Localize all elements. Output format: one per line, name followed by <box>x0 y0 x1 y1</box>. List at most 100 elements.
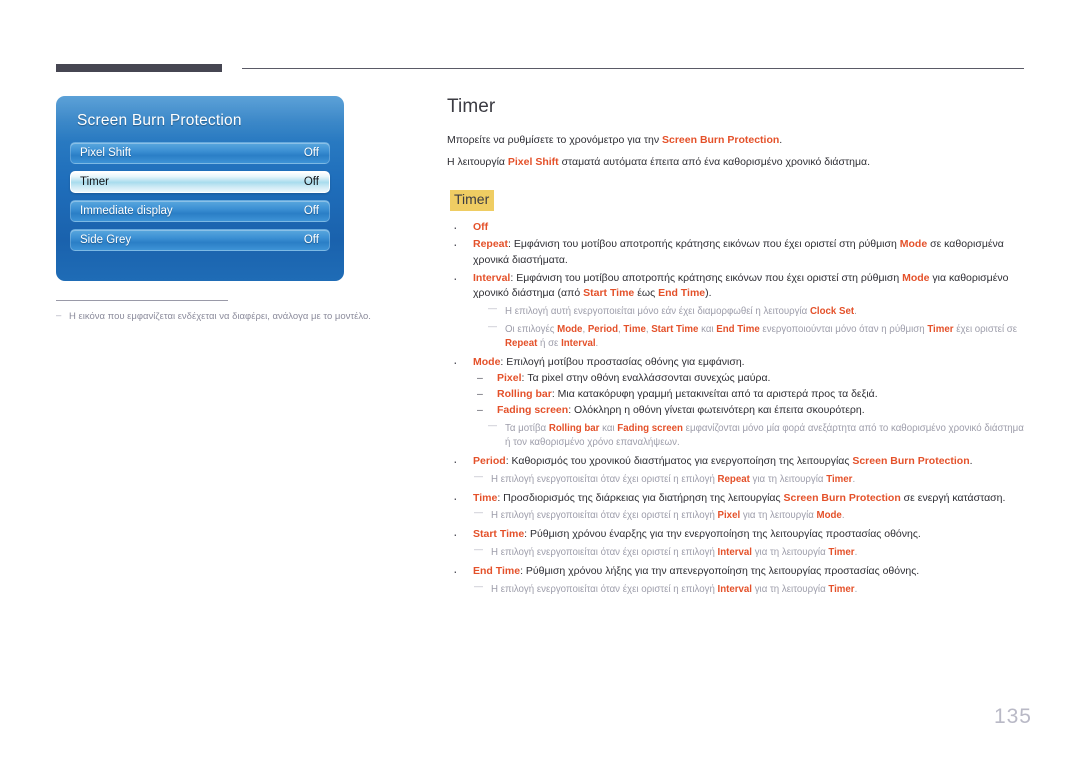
interval-start-term: Start Time <box>583 287 635 300</box>
note-opts-interval: Interval <box>561 337 596 349</box>
intro-2-term: Pixel Shift <box>507 156 559 169</box>
osd-row-side-grey[interactable]: Side Grey Off <box>70 229 330 251</box>
option-term-period: Period <box>473 455 506 468</box>
interval-text-d: ). <box>705 287 712 300</box>
sub-item-rolling-bar: Rolling bar: Μια κατακόρυφη γραμμή μετακ… <box>473 387 1027 403</box>
list-item-period: Period: Καθορισμός του χρονικού διαστήμα… <box>447 452 1027 487</box>
note-clock-a: Η επιλογή αυτή ενεργοποιείται μόνο εάν έ… <box>505 305 810 317</box>
osd-panel-title: Screen Burn Protection <box>77 112 242 129</box>
note-opts-repeat: Repeat <box>505 337 538 349</box>
pixel-text: : Τα pixel στην οθόνη εναλλάσσονται συνε… <box>521 372 771 385</box>
note-end-timer: Timer <box>828 583 855 595</box>
osd-row-immediate-display[interactable]: Immediate display Off <box>70 200 330 222</box>
note-opts-period: Period <box>587 323 618 335</box>
intro-2-pre: Η λειτουργία <box>447 156 508 169</box>
header-accent-bar <box>56 64 222 72</box>
list-item-off: Off <box>447 218 1027 237</box>
note-opts-d: . <box>595 337 599 349</box>
sub-term-fading-screen: Fading screen <box>497 404 569 417</box>
note-time-condition: Η επιλογή ενεργοποιείται όταν έχει οριστ… <box>473 506 1027 523</box>
intro-1-pre: Μπορείτε να ρυθμίσετε το χρονόμετρο για … <box>447 134 662 146</box>
time-text-b: σε ενεργή κατάσταση. <box>900 491 1006 504</box>
sub-item-fading-screen: Fading screen: Ολόκληρη η οθόνη γίνεται … <box>473 403 1027 419</box>
note-period-b: για τη λειτουργία <box>749 473 827 485</box>
note-opts-timer: Timer <box>927 323 954 335</box>
note-period-c: . <box>852 473 856 485</box>
end-text: : Ρύθμιση χρόνου λήξης για την απενεργοπ… <box>520 565 920 578</box>
note-end-c: . <box>854 583 858 595</box>
osd-illustration-column: Screen Burn Protection Pixel Shift Off T… <box>56 96 406 281</box>
period-sbp-term: Screen Burn Protection <box>852 455 970 468</box>
osd-row-pixel-shift[interactable]: Pixel Shift Off <box>70 142 330 164</box>
note-period-repeat: Repeat <box>717 473 750 485</box>
note-opts-time: Time <box>623 323 646 335</box>
sub-term-pixel: Pixel <box>497 372 522 385</box>
note-options-enabled: Οι επιλογές Mode, Period, Time, Start Ti… <box>487 320 1027 351</box>
sub-term-rolling-bar: Rolling bar <box>497 388 552 401</box>
note-start-timer: Timer <box>828 547 855 559</box>
note-start-c: . <box>854 547 858 559</box>
mode-sub-list: Pixel: Τα pixel στην οθόνη εναλλάσσονται… <box>473 371 1027 419</box>
option-term-time: Time <box>473 491 498 504</box>
list-item-time: Time: Προσδιορισμός της διάρκειας για δι… <box>447 489 1027 524</box>
note-time-pixel: Pixel <box>717 510 741 522</box>
note-opts-start: Start Time <box>651 323 699 335</box>
fading-text: : Ολόκληρη η οθόνη γίνεται φωτεινότερη κ… <box>568 404 865 417</box>
note-opts-a: Οι επιλογές <box>505 323 558 335</box>
note-opts-c: έχει οριστεί σε <box>953 323 1018 335</box>
osd-row-label: Side Grey <box>80 234 132 246</box>
interval-text-a: : Εμφάνιση του μοτίβου αποτροπής κράτηση… <box>510 271 903 284</box>
note-start-b: για τη λειτουργία <box>752 547 829 559</box>
left-footnote-block: Η εικόνα που εμφανίζεται ενδέχεται να δι… <box>56 300 416 323</box>
note-clock-term: Clock Set <box>809 305 855 317</box>
time-text-a: : Προσδιορισμός της διάρκειας για διατήρ… <box>497 491 784 504</box>
note-patterns-a: Τα μοτίβα <box>505 423 549 435</box>
osd-panel: Screen Burn Protection Pixel Shift Off T… <box>56 96 344 281</box>
osd-row-label: Immediate display <box>80 205 173 217</box>
note-end-a: Η επιλογή ενεργοποιείται όταν έχει οριστ… <box>491 583 718 595</box>
intro-2-post: σταματά αυτόματα έπειτα από ένα καθορισμ… <box>558 156 870 169</box>
sub-item-pixel: Pixel: Τα pixel στην οθόνη εναλλάσσονται… <box>473 371 1027 387</box>
manual-page: Screen Burn Protection Pixel Shift Off T… <box>0 0 1080 763</box>
intro-line-2: Η λειτουργία Pixel Shift σταματά αυτόματ… <box>447 155 1027 170</box>
option-term-repeat: Repeat <box>473 238 509 251</box>
interval-end-term: End Time <box>658 287 706 300</box>
note-start-condition: Η επιλογή ενεργοποιείται όταν έχει οριστ… <box>473 543 1027 560</box>
option-term-interval: Interval <box>473 271 511 284</box>
time-sbp-term: Screen Burn Protection <box>783 491 901 504</box>
repeat-text-a: : Εμφάνιση του μοτίβου αποτροπής κράτηση… <box>508 238 900 251</box>
intro-line-1: Μπορείτε να ρυθμίσετε το χρονόμετρο για … <box>447 133 1027 148</box>
note-clock-b: . <box>854 305 857 317</box>
footnote-text: Η εικόνα που εμφανίζεται ενδέχεται να δι… <box>56 309 416 323</box>
note-opts-b: ενεργοποιούνται μόνο όταν η ρύθμιση <box>759 323 928 335</box>
header-rule <box>56 64 1024 74</box>
section-subheading: Timer <box>450 190 495 211</box>
osd-row-value: Off <box>303 147 319 159</box>
footnote-divider <box>56 300 228 301</box>
page-number: 135 <box>993 705 1032 728</box>
note-patterns-rolling: Rolling bar <box>548 423 600 435</box>
rolling-text: : Μια κατακόρυφη γραμμή μετακινείται από… <box>551 388 878 401</box>
osd-row-value: Off <box>303 234 319 246</box>
note-clock-set: Η επιλογή αυτή ενεργοποιείται μόνο εάν έ… <box>487 302 1027 319</box>
note-patterns-and: και <box>599 423 618 435</box>
note-time-a: Η επιλογή ενεργοποιείται όταν έχει οριστ… <box>491 510 718 522</box>
note-opts-end: End Time <box>716 323 760 335</box>
list-item-repeat: Repeat: Εμφάνιση του μοτίβου αποτροπής κ… <box>447 235 1027 268</box>
list-item-interval: Interval: Εμφάνιση του μοτίβου αποτροπής… <box>447 269 1027 351</box>
option-term-off: Off <box>473 220 489 233</box>
osd-row-label: Pixel Shift <box>80 147 132 159</box>
repeat-mode-term: Mode <box>899 238 928 251</box>
note-period-a: Η επιλογή ενεργοποιείται όταν έχει οριστ… <box>491 473 718 485</box>
options-list: Off Repeat: Εμφάνιση του μοτίβου αποτροπ… <box>447 218 1027 597</box>
osd-row-label: Timer <box>80 176 109 188</box>
period-text-b: . <box>969 455 973 468</box>
note-opts-mode: Mode <box>557 323 583 335</box>
osd-row-timer[interactable]: Timer Off <box>70 171 330 193</box>
note-patterns-fading: Fading screen <box>617 423 683 435</box>
note-time-mode: Mode <box>816 510 842 522</box>
note-time-c: . <box>841 510 845 522</box>
period-text-a: : Καθορισμός του χρονικού διαστήματος γι… <box>505 455 853 468</box>
option-term-end-time: End Time <box>473 565 521 578</box>
header-thin-line <box>242 68 1024 69</box>
